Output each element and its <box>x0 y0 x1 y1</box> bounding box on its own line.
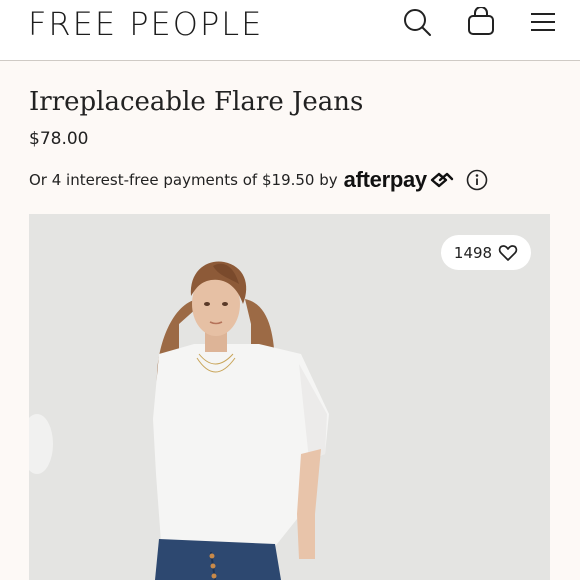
search-icon[interactable] <box>402 7 432 37</box>
afterpay-installments: Or 4 interest-free payments of $19.50 by… <box>29 167 488 193</box>
product-detail: Irreplaceable Flare Jeans $78.00 Or 4 in… <box>0 61 580 580</box>
shopping-bag-icon[interactable] <box>466 7 496 37</box>
favorite-button[interactable]: 1498 <box>441 235 531 270</box>
site-header: FREE PEOPLE <box>0 0 580 61</box>
installments-text: Or 4 interest-free payments of $19.50 by <box>29 171 338 189</box>
like-count: 1498 <box>453 243 493 262</box>
product-title: Irreplaceable Flare Jeans <box>29 87 364 117</box>
menu-icon[interactable] <box>528 7 558 37</box>
brand-logo[interactable]: FREE PEOPLE <box>28 2 263 46</box>
product-price: $78.00 <box>29 129 89 149</box>
info-icon[interactable] <box>466 169 488 191</box>
heart-icon <box>498 244 518 261</box>
afterpay-logo: afterpay <box>343 167 428 192</box>
product-image[interactable]: 1498 <box>29 214 550 580</box>
afterpay-arrows-icon <box>430 172 454 188</box>
